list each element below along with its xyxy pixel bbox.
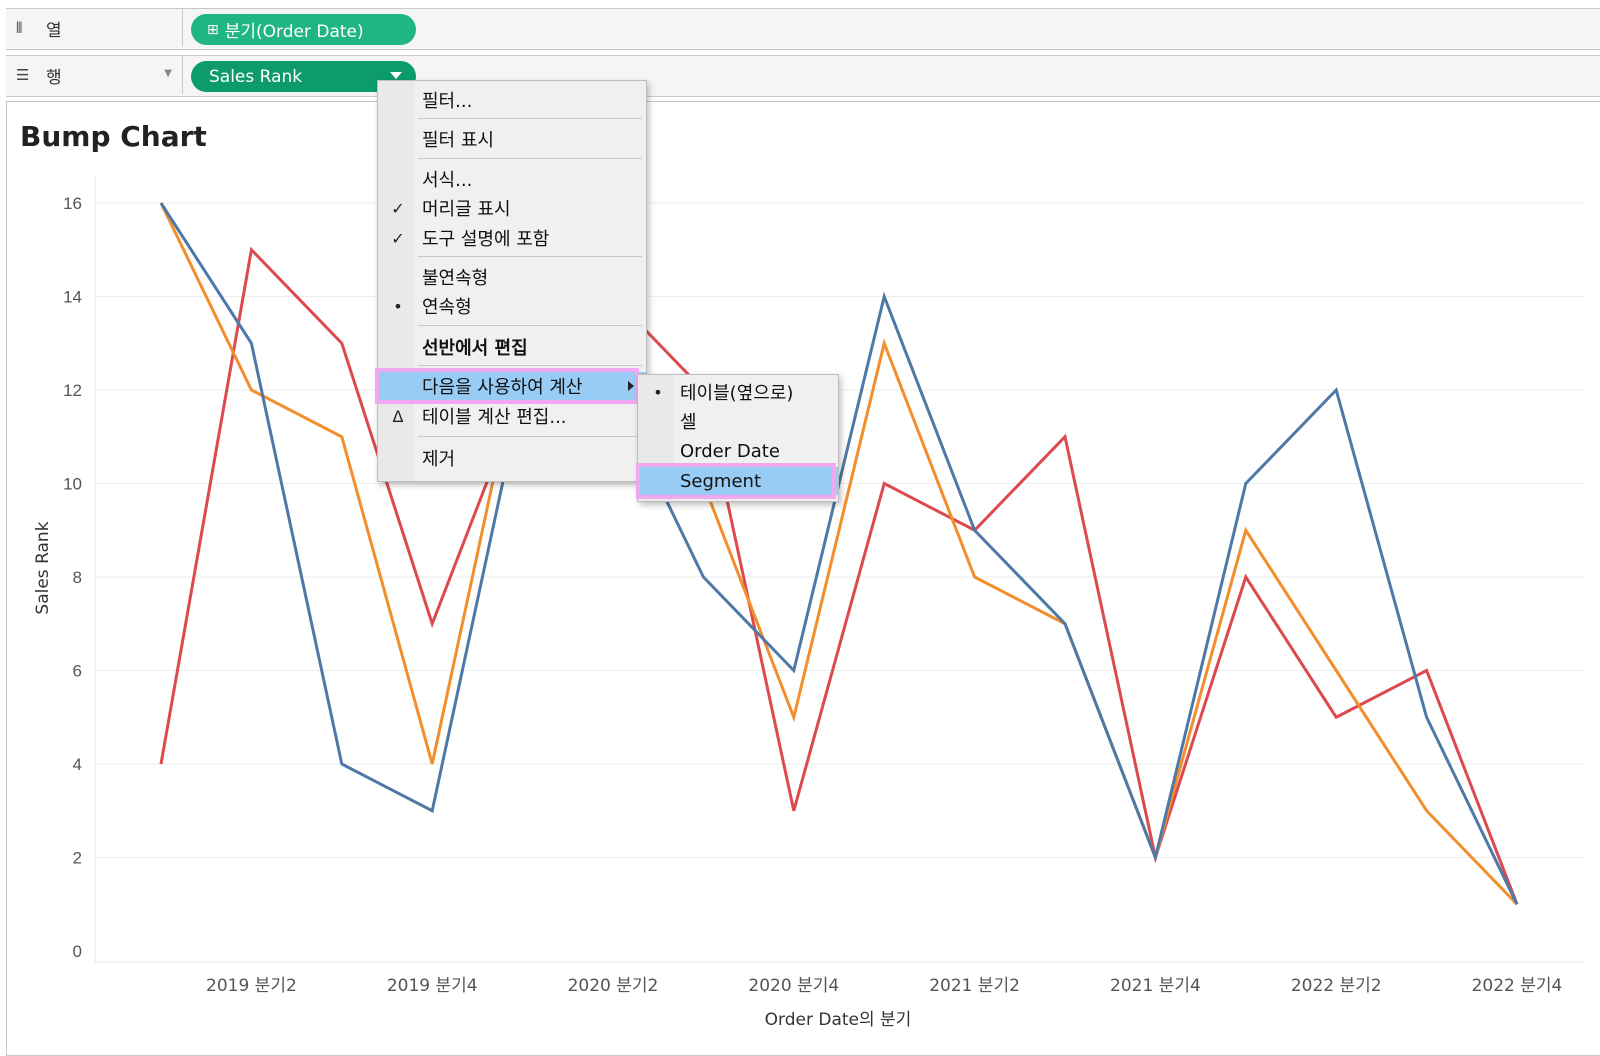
menu-item-edit-table-calc[interactable]: Δ 테이블 계산 편집... bbox=[378, 402, 646, 430]
menu-item-label: 제거 bbox=[422, 449, 456, 470]
submenu-item-label: Order Date bbox=[680, 440, 780, 462]
compute-using-submenu: • 테이블(옆으로) 셀 Order Date Segment bbox=[636, 374, 839, 502]
menu-separator bbox=[418, 436, 642, 437]
menu-item-label: 필터... bbox=[422, 91, 473, 112]
submenu-item-label: Segment bbox=[680, 470, 761, 492]
x-tick-label: 2021 분기2 bbox=[929, 976, 1020, 996]
menu-item-label: 서식... bbox=[422, 170, 473, 191]
y-tick-label: 2 bbox=[73, 849, 82, 868]
submenu-item-label: 셀 bbox=[680, 412, 697, 433]
menu-item-format[interactable]: 서식... bbox=[378, 165, 646, 193]
y-tick-label: 10 bbox=[63, 475, 82, 494]
menu-item-label: 연속형 bbox=[422, 297, 472, 318]
submenu-item-label: 테이블(옆으로) bbox=[680, 383, 794, 404]
submenu-item-order-date[interactable]: Order Date bbox=[638, 437, 838, 465]
bullet-icon: • bbox=[393, 296, 403, 316]
x-tick-label: 2021 분기4 bbox=[1110, 976, 1201, 996]
bullet-icon: • bbox=[653, 382, 663, 402]
menu-item-edit-in-shelf[interactable]: 선반에서 편집 bbox=[378, 333, 646, 361]
menu-item-label: 다음을 사용하여 계산 bbox=[422, 377, 583, 398]
checkmark-icon: ✓ bbox=[391, 228, 405, 248]
y-tick-label: 12 bbox=[63, 381, 82, 400]
x-tick-label: 2019 분기2 bbox=[206, 976, 297, 996]
x-tick-label: 2022 분기4 bbox=[1472, 976, 1563, 996]
menu-item-compute-using[interactable]: 다음을 사용하여 계산 bbox=[378, 372, 646, 400]
x-tick-label: 2020 분기2 bbox=[568, 976, 659, 996]
x-axis-title: Order Date의 분기 bbox=[765, 1010, 912, 1030]
menu-item-label: 불연속형 bbox=[422, 268, 489, 289]
menu-item-label: 선반에서 편집 bbox=[422, 338, 528, 359]
y-tick-label: 0 bbox=[73, 942, 82, 961]
menu-item-continuous[interactable]: • 연속형 bbox=[378, 292, 646, 320]
menu-item-show-header[interactable]: ✓ 머리글 표시 bbox=[378, 194, 646, 222]
series-line-3[interactable] bbox=[159, 202, 1519, 905]
submenu-item-table-across[interactable]: • 테이블(옆으로) bbox=[638, 378, 838, 406]
menu-item-label: 테이블 계산 편집... bbox=[422, 407, 567, 428]
x-tick-label: 2020 분기4 bbox=[748, 976, 839, 996]
menu-separator bbox=[418, 365, 642, 366]
menu-separator bbox=[418, 256, 642, 257]
menu-item-remove[interactable]: 제거 bbox=[378, 444, 646, 472]
y-tick-label: 16 bbox=[63, 194, 82, 213]
y-axis-title: Sales Rank bbox=[33, 521, 53, 614]
delta-icon: Δ bbox=[392, 406, 404, 426]
menu-separator bbox=[418, 325, 642, 326]
submenu-item-cell[interactable]: 셀 bbox=[638, 407, 838, 435]
x-tick-label: 2022 분기2 bbox=[1291, 976, 1382, 996]
checkmark-icon: ✓ bbox=[391, 198, 405, 218]
y-tick-label: 8 bbox=[73, 568, 82, 587]
x-tick-label: 2019 분기4 bbox=[387, 976, 478, 996]
menu-item-label: 필터 표시 bbox=[422, 130, 494, 151]
menu-item-discrete[interactable]: 불연속형 bbox=[378, 263, 646, 291]
menu-item-label: 도구 설명에 포함 bbox=[422, 229, 550, 250]
menu-item-label: 머리글 표시 bbox=[422, 199, 511, 220]
bump-chart: 0 2 4 6 8 10 12 14 16 2019 분기2 2019 분기4 2020 분기2 202… bbox=[33, 175, 1585, 1030]
pill-context-menu: 필터... 필터 표시서식... ✓ 머리글 표시 ✓ 도구 설명에 포함불연속형 • 연속형… bbox=[375, 80, 647, 482]
menu-item-show-filter[interactable]: 필터 표시 bbox=[378, 125, 646, 153]
menu-item-filter[interactable]: 필터... bbox=[378, 86, 646, 114]
submenu-arrow-icon bbox=[628, 381, 634, 391]
submenu-item-segment[interactable]: Segment bbox=[638, 467, 838, 495]
series-line-2[interactable] bbox=[159, 202, 1519, 906]
menu-item-include-in-tooltip[interactable]: ✓ 도구 설명에 포함 bbox=[378, 224, 646, 252]
y-tick-label: 14 bbox=[63, 288, 82, 307]
y-tick-label: 4 bbox=[73, 755, 82, 774]
menu-separator bbox=[418, 118, 642, 119]
y-tick-label: 6 bbox=[73, 662, 82, 681]
menu-separator bbox=[418, 158, 642, 159]
